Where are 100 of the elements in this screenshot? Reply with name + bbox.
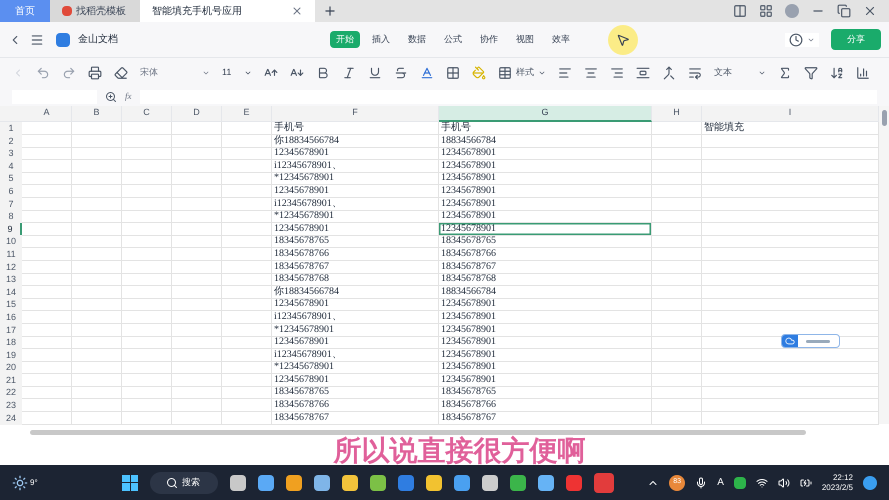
close-icon[interactable]	[291, 5, 303, 17]
search-field[interactable]: 搜索	[150, 472, 218, 494]
input-method[interactable]: A	[717, 475, 724, 490]
print-icon[interactable]	[88, 66, 102, 80]
row-header[interactable]: 1	[0, 122, 22, 135]
taskbar-app-icon[interactable]	[510, 474, 526, 490]
menu-tab[interactable]: 插入	[366, 30, 396, 48]
microphone-icon[interactable]	[695, 476, 708, 488]
taskbar-app-icon[interactable]	[230, 474, 246, 490]
row-header[interactable]: 4	[0, 160, 22, 173]
strikethrough-icon[interactable]	[394, 66, 408, 80]
zoom-icon[interactable]	[105, 91, 117, 103]
format-dropdown[interactable]: 文本	[714, 66, 766, 80]
border-icon[interactable]	[446, 66, 460, 80]
row-header[interactable]: 14	[0, 286, 22, 299]
underline-icon[interactable]	[368, 66, 382, 80]
row-header[interactable]: 21	[0, 374, 22, 387]
row-header[interactable]: 24	[0, 412, 22, 425]
taskbar-app-icon[interactable]	[426, 474, 442, 490]
align-right-icon[interactable]	[610, 66, 624, 80]
notification-icon[interactable]	[863, 476, 877, 490]
style-dropdown[interactable]: 样式	[498, 66, 546, 80]
row-header[interactable]: 7	[0, 198, 22, 211]
align-center-icon[interactable]	[584, 66, 598, 80]
row-header[interactable]: 8	[0, 210, 22, 224]
font-color-icon[interactable]	[420, 66, 434, 80]
row-header[interactable]: 2	[0, 134, 22, 148]
taskbar-app-icon[interactable]	[482, 474, 498, 490]
column-header[interactable]: H	[652, 106, 702, 122]
table-cell	[222, 147, 272, 160]
restore-icon[interactable]	[837, 4, 851, 18]
column-header[interactable]: E	[222, 106, 272, 122]
column-header[interactable]: B	[72, 106, 122, 122]
taskbar-app-icon[interactable]	[342, 474, 358, 490]
tray-app-icon[interactable]	[734, 476, 746, 488]
menu-tab[interactable]: 公式	[438, 30, 468, 48]
browser-tab[interactable]: 找稻壳模板	[50, 0, 140, 22]
font-dropdown[interactable]: 宋体	[140, 66, 210, 80]
menu-icon[interactable]	[30, 32, 44, 46]
filter-icon[interactable]	[804, 66, 818, 80]
battery-icon[interactable]	[800, 476, 812, 488]
eraser-icon[interactable]	[114, 66, 128, 80]
row-header[interactable]: 18	[0, 336, 22, 350]
new-tab-icon[interactable]	[323, 4, 337, 18]
taskbar-app-icon[interactable]	[538, 474, 554, 490]
taskbar-app-icon[interactable]	[258, 474, 274, 490]
scrollbar-thumb[interactable]	[882, 110, 886, 126]
table-cell	[652, 222, 702, 236]
row-header[interactable]: 19	[0, 348, 22, 362]
function-button[interactable]: fx	[125, 90, 132, 104]
row-header[interactable]: 9	[0, 222, 22, 236]
menu-tab[interactable]: 协作	[474, 30, 504, 48]
size-dropdown[interactable]: 11	[222, 66, 252, 80]
vertical-align-icon[interactable]	[636, 66, 650, 80]
column-header[interactable]: D	[172, 106, 222, 122]
browser-tab[interactable]: 智能填充手机号应用	[140, 0, 315, 22]
chart-icon[interactable]	[856, 66, 870, 80]
sum-icon[interactable]	[778, 66, 792, 80]
upload-widget[interactable]	[781, 334, 840, 348]
row-header[interactable]: 11	[0, 248, 22, 261]
sort-icon[interactable]	[830, 66, 844, 80]
taskbar-app-icon[interactable]	[370, 474, 386, 490]
row-header[interactable]: 10	[0, 235, 22, 248]
tab-title: 找稻壳模板	[76, 4, 126, 18]
row-header[interactable]: 16	[0, 310, 22, 324]
wifi-icon[interactable]	[756, 476, 768, 488]
start-icon[interactable]	[122, 474, 138, 490]
bold-icon[interactable]	[316, 66, 330, 80]
taskbar-app-icon[interactable]	[454, 474, 470, 490]
row-header[interactable]: 12	[0, 260, 22, 274]
column-header[interactable]: A	[22, 106, 72, 122]
row-header[interactable]: 17	[0, 324, 22, 336]
taskbar-app-icon[interactable]	[314, 474, 330, 490]
horizontal-scrollbar[interactable]	[30, 430, 806, 435]
menu-tab[interactable]: 效率	[546, 30, 576, 48]
italic-icon[interactable]	[342, 66, 356, 80]
weather-icon[interactable]	[12, 474, 28, 490]
taskbar-app-icon[interactable]	[286, 474, 302, 490]
wrap-text-icon[interactable]	[688, 66, 702, 80]
apps-icon[interactable]	[759, 4, 773, 18]
merge-icon[interactable]	[662, 66, 676, 80]
row-header[interactable]: 22	[0, 386, 22, 400]
row-header[interactable]: 6	[0, 184, 22, 198]
volume-icon[interactable]	[778, 476, 790, 488]
history-icon[interactable]	[789, 32, 803, 46]
reader-icon[interactable]	[733, 4, 747, 18]
row-header[interactable]: 13	[0, 273, 22, 286]
column-header[interactable]: G	[439, 106, 652, 122]
close-icon[interactable]	[863, 4, 877, 18]
fill-color-icon[interactable]	[472, 66, 486, 80]
row-header[interactable]: 23	[0, 399, 22, 412]
menu-tab[interactable]: 视图	[510, 30, 540, 48]
row-header[interactable]: 20	[0, 361, 22, 374]
table-cell	[222, 298, 272, 312]
row-header[interactable]: 5	[0, 172, 22, 186]
row-header[interactable]: 15	[0, 298, 22, 312]
align-left-icon[interactable]	[558, 66, 572, 80]
menu-tab[interactable]: 数据	[402, 30, 432, 48]
row-header[interactable]: 3	[0, 147, 22, 160]
column-header[interactable]: C	[122, 106, 172, 122]
